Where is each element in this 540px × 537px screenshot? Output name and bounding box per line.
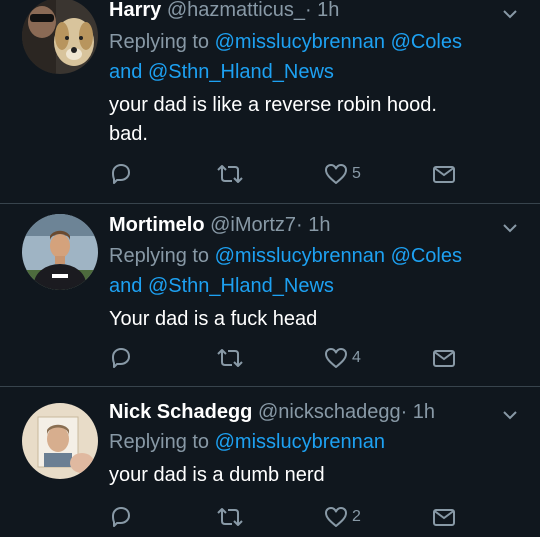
replying-to: Replying to @misslucybrennan @Coles and … <box>109 241 519 301</box>
mention-link[interactable]: @Sthn_Hland_News <box>148 275 334 297</box>
photo-portrait-avatar-icon <box>22 403 98 479</box>
direct-message-button[interactable] <box>431 160 457 188</box>
mention-link[interactable]: @Coles <box>391 31 462 53</box>
tweet-text: Your dad is a fuck head <box>109 305 519 334</box>
reply-icon <box>112 164 130 184</box>
replying-prefix: Replying to <box>109 245 210 267</box>
avatar[interactable] <box>22 0 98 74</box>
reply-button[interactable] <box>107 503 135 531</box>
retweet-button[interactable] <box>215 344 245 372</box>
mention-link[interactable]: @Coles <box>391 245 462 267</box>
mention-link[interactable]: @misslucybrennan <box>215 245 385 267</box>
timestamp[interactable]: · 1h <box>305 0 339 21</box>
tweet-actions: 5 <box>107 160 467 188</box>
replying-prefix: Replying to <box>109 431 210 453</box>
like-count: 5 <box>352 165 361 182</box>
tweet-text-line: bad. <box>109 123 148 145</box>
retweet-button[interactable] <box>215 160 245 188</box>
tweet-3[interactable]: Nick Schadegg @nickschadegg· 1h Replying… <box>0 387 540 537</box>
tweet-text-line: Your dad is a fuck head <box>109 308 318 330</box>
replying-to: Replying to @misslucybrennan @Coles and … <box>109 27 519 87</box>
and-text: and <box>109 61 143 83</box>
dog-photo-avatar-icon <box>22 0 98 74</box>
retweet-icon <box>217 508 243 526</box>
avatar[interactable] <box>22 214 98 290</box>
chevron-down-icon[interactable] <box>497 6 523 22</box>
tweet-text-line: your dad is like a reverse robin hood. <box>109 94 437 116</box>
tweet-text: your dad is like a reverse robin hood. b… <box>109 91 519 149</box>
rugby-player-avatar-icon <box>22 214 98 290</box>
user-handle[interactable]: @hazmatticus_ <box>167 0 305 21</box>
replying-to: Replying to @misslucybrennan <box>109 427 519 457</box>
chevron-down-icon[interactable] <box>497 407 523 423</box>
direct-message-button[interactable] <box>431 344 457 372</box>
tweet-text-line: your dad is a dumb nerd <box>109 464 325 486</box>
tweet-text: your dad is a dumb nerd <box>109 461 519 490</box>
reply-icon <box>112 348 130 368</box>
chevron-down-icon[interactable] <box>497 220 523 236</box>
retweet-icon <box>217 349 243 367</box>
display-name[interactable]: Mortimelo <box>109 214 205 236</box>
tweet-1[interactable]: Harry @hazmatticus_· 1h Replying to @mis… <box>0 0 540 203</box>
reply-button[interactable] <box>107 344 135 372</box>
user-handle[interactable]: @iMortz7 <box>210 214 296 236</box>
like-count: 4 <box>352 349 361 366</box>
direct-message-button[interactable] <box>431 503 457 531</box>
like-button[interactable]: 2 <box>323 503 361 531</box>
reply-button[interactable] <box>107 160 135 188</box>
tweet-header: Nick Schadegg @nickschadegg· 1h <box>109 401 435 424</box>
like-button[interactable]: 5 <box>323 160 361 188</box>
tweet-actions: 4 <box>107 344 467 372</box>
display-name[interactable]: Harry <box>109 0 161 21</box>
mention-link[interactable]: @misslucybrennan <box>215 431 385 453</box>
replying-prefix: Replying to <box>109 31 210 53</box>
like-button[interactable]: 4 <box>323 344 361 372</box>
and-text: and <box>109 275 143 297</box>
reply-icon <box>112 507 130 527</box>
dm-icon <box>433 166 455 183</box>
tweet-header: Harry @hazmatticus_· 1h <box>109 0 339 22</box>
dm-icon <box>433 509 455 526</box>
heart-icon <box>325 348 347 368</box>
dm-icon <box>433 350 455 367</box>
like-count: 2 <box>352 508 361 525</box>
retweet-icon <box>217 165 243 183</box>
display-name[interactable]: Nick Schadegg <box>109 401 252 423</box>
timestamp[interactable]: · 1h <box>296 214 330 236</box>
tweet-actions: 2 <box>107 503 467 531</box>
retweet-button[interactable] <box>215 503 245 531</box>
user-handle[interactable]: @nickschadegg <box>258 401 401 423</box>
avatar[interactable] <box>22 403 98 479</box>
timestamp[interactable]: · 1h <box>401 401 435 423</box>
tweet-2[interactable]: Mortimelo @iMortz7· 1h Replying to @miss… <box>0 204 540 386</box>
heart-icon <box>325 507 347 527</box>
mention-link[interactable]: @misslucybrennan <box>215 31 385 53</box>
mention-link[interactable]: @Sthn_Hland_News <box>148 61 334 83</box>
tweet-header: Mortimelo @iMortz7· 1h <box>109 214 330 237</box>
heart-icon <box>325 164 347 184</box>
